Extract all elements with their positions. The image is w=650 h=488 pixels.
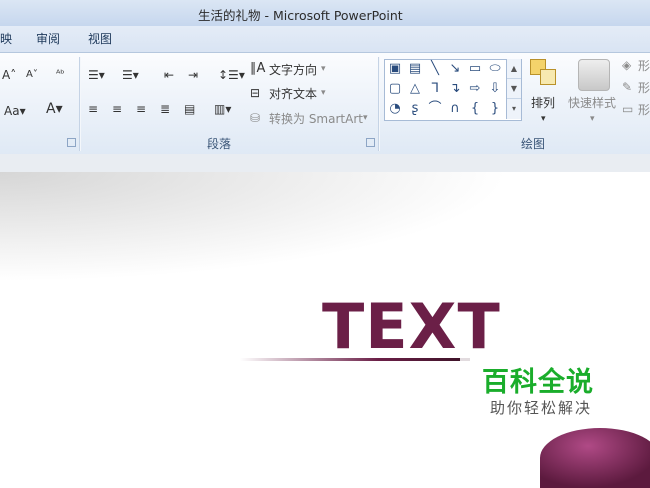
shape-effects-icon[interactable]: ▭ xyxy=(622,101,633,117)
numbering-icon[interactable]: ☰▾ xyxy=(122,67,139,83)
triangle-icon[interactable]: △ xyxy=(407,81,423,97)
oval-icon[interactable]: ⬭ xyxy=(487,61,503,77)
clear-format-icon[interactable]: ᴬᵇ xyxy=(56,67,65,83)
shapes-scroll[interactable]: ▲ ▼ ▾ xyxy=(506,59,521,119)
quick-styles-button[interactable]: 快速样式 xyxy=(568,94,616,111)
arrange-button[interactable]: 排列 xyxy=(531,94,555,111)
down-arrow-icon[interactable]: ⇩ xyxy=(487,81,503,97)
shape-outline-button[interactable]: 形 xyxy=(638,79,650,96)
line-icon[interactable]: ╲ xyxy=(427,61,443,77)
textbox-icon[interactable]: ▣ xyxy=(387,61,403,77)
increase-indent-icon[interactable]: ⇥ xyxy=(188,67,198,83)
shapes-gallery: ▣ ▤ ╲ ↘ ▭ ⬭ ▢ △ ᒣ ↴ ⇨ ⇩ ◔ ʂ ⌒ ∩ { } xyxy=(384,59,522,121)
scroll-down-icon[interactable]: ▼ xyxy=(507,79,521,99)
window-title: 生活的礼物 - Microsoft PowerPoint xyxy=(198,8,403,23)
quick-styles-icon xyxy=(578,59,610,91)
rounded-rect-icon[interactable]: ▢ xyxy=(387,81,403,97)
paragraph-group-label: 段落 xyxy=(207,137,232,151)
elbow-connector-icon[interactable]: ᒣ xyxy=(427,81,443,97)
divider xyxy=(79,57,81,151)
columns-icon[interactable]: ▥▾ xyxy=(214,101,231,117)
divider xyxy=(378,57,380,151)
shape-fill-button[interactable]: 形 xyxy=(638,57,650,74)
drawing-group-label: 绘图 xyxy=(521,137,546,151)
align-text-button[interactable]: 对齐文本 xyxy=(269,85,317,102)
decrease-indent-icon[interactable]: ⇤ xyxy=(164,67,174,83)
bullets-icon[interactable]: ☰▾ xyxy=(88,67,105,83)
align-center-icon[interactable]: ≡ xyxy=(112,101,122,117)
right-brace-icon[interactable]: } xyxy=(487,101,503,117)
shape-outline-icon[interactable]: ✎ xyxy=(622,79,632,95)
vertical-textbox-icon[interactable]: ▤ xyxy=(407,61,423,77)
align-left-icon[interactable]: ≡ xyxy=(88,101,98,117)
left-brace-icon[interactable]: { xyxy=(467,101,483,117)
watermark-subtitle: 助你轻松解决 xyxy=(490,399,593,417)
paragraph-dialog-launcher[interactable] xyxy=(366,138,375,147)
watermark-title: 百科全说 xyxy=(482,367,594,398)
text-direction-button[interactable]: 文字方向 xyxy=(269,61,317,78)
line-spacing-icon[interactable]: ↕☰▾ xyxy=(218,67,245,83)
title-bar: 生活的礼物 - Microsoft PowerPoint xyxy=(0,0,650,26)
chevron-down-icon: ▾ xyxy=(590,114,595,124)
font-color-icon[interactable]: A▾ xyxy=(46,101,63,117)
change-case-icon[interactable]: Aa▾ xyxy=(4,103,26,119)
tab-review[interactable]: 审阅 xyxy=(36,30,60,47)
shrink-font-icon[interactable]: A˅ xyxy=(26,67,38,83)
grow-font-icon[interactable]: A˄ xyxy=(2,67,16,83)
rectangle-icon[interactable]: ▭ xyxy=(467,61,483,77)
chevron-down-icon: ▾ xyxy=(541,114,546,124)
callout-icon[interactable]: ◔ xyxy=(387,101,403,117)
convert-smartart-button[interactable]: 转换为 SmartArt xyxy=(269,110,363,127)
smartart-icon: ⛁ xyxy=(250,111,261,125)
ribbon: A˄ A˅ ᴬᵇ Aa▾ A▾ ☰▾ ☰▾ ⇤ ⇥ ↕☰▾ ∥A 文字方向 ▾ … xyxy=(0,52,650,156)
chevron-down-icon: ▾ xyxy=(321,88,326,98)
slide-text[interactable]: TEXT xyxy=(322,295,501,359)
shape-fill-icon[interactable]: ◈ xyxy=(622,57,631,73)
gallery-more-icon[interactable]: ▾ xyxy=(507,99,521,118)
freeform-icon[interactable]: ʂ xyxy=(407,101,423,117)
decorative-shape xyxy=(540,428,650,488)
align-text-icon: ⊟ xyxy=(250,86,261,100)
scroll-up-icon[interactable]: ▲ xyxy=(507,59,521,79)
tab-animation[interactable]: 映 xyxy=(0,30,12,47)
text-direction-icon: ∥A xyxy=(250,61,266,76)
arrow-line-icon[interactable]: ↘ xyxy=(447,61,463,77)
tab-view[interactable]: 视图 xyxy=(88,30,112,47)
justify-icon[interactable]: ≣ xyxy=(160,101,170,117)
right-arrow-icon[interactable]: ⇨ xyxy=(467,81,483,97)
shape-effects-button[interactable]: 形 xyxy=(638,101,650,118)
distributed-icon[interactable]: ▤ xyxy=(184,101,195,117)
arrange-icon xyxy=(530,59,558,87)
chevron-down-icon: ▾ xyxy=(321,64,326,74)
align-right-icon[interactable]: ≡ xyxy=(136,101,146,117)
arc-icon[interactable]: ⌒ xyxy=(427,101,443,117)
chevron-down-icon: ▾ xyxy=(363,113,368,123)
curve-icon[interactable]: ∩ xyxy=(447,101,463,117)
ribbon-tabs: 映 审阅 视图 xyxy=(0,26,650,52)
elbow-arrow-icon[interactable]: ↴ xyxy=(447,81,463,97)
font-dialog-launcher[interactable] xyxy=(67,138,76,147)
